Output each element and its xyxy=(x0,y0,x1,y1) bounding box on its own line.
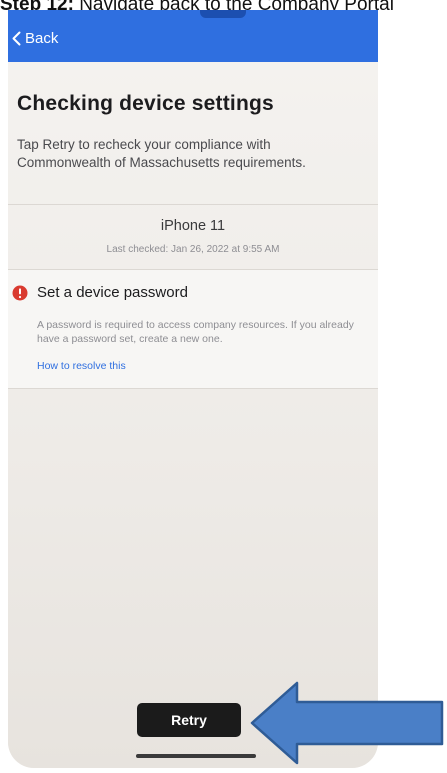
back-button[interactable]: Back xyxy=(12,30,58,47)
retry-button[interactable]: Retry xyxy=(137,703,241,737)
device-name: iPhone 11 xyxy=(160,218,226,234)
navigation-bar: Back xyxy=(8,10,378,62)
issue-title: Set a device password xyxy=(37,284,188,301)
divider xyxy=(8,388,378,389)
phone-screen: Back Checking device settings Tap Retry … xyxy=(8,10,378,768)
divider xyxy=(8,204,378,205)
home-indicator xyxy=(136,754,256,758)
main-content: Checking device settings Tap Retry to re… xyxy=(8,62,378,768)
page-title: Checking device settings xyxy=(17,92,274,115)
issue-description: A password is required to access company… xyxy=(37,319,354,345)
issue-card: Set a device password A password is requ… xyxy=(8,270,378,388)
chevron-left-icon xyxy=(12,31,21,46)
resolve-link[interactable]: How to resolve this xyxy=(37,360,126,372)
error-icon xyxy=(12,285,28,301)
camera-notch xyxy=(200,10,246,18)
page-description: Tap Retry to recheck your compliance wit… xyxy=(17,137,306,170)
back-label: Back xyxy=(25,30,59,47)
last-checked: Last checked: Jan 26, 2022 at 9:55 AM xyxy=(106,244,280,255)
arrow-left-icon xyxy=(250,681,444,765)
